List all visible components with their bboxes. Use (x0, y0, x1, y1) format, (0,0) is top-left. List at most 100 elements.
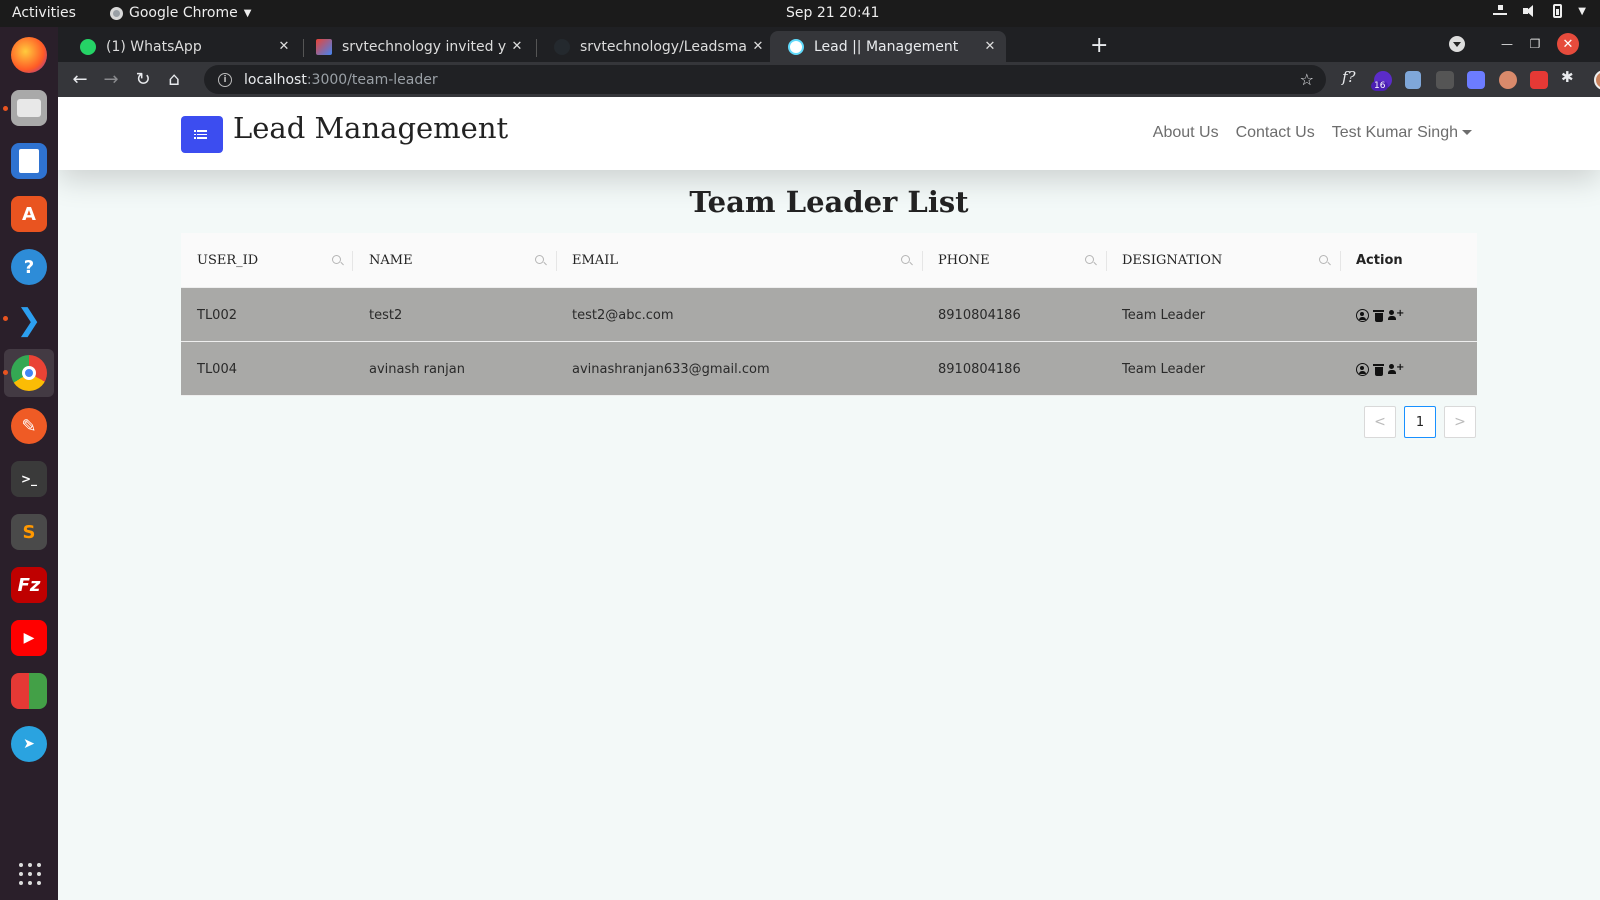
trash-icon[interactable] (1372, 363, 1385, 376)
tab-search-icon[interactable] (1449, 36, 1465, 52)
home-icon[interactable]: ⌂ (162, 67, 186, 91)
pagination: < 1 > (1364, 406, 1476, 438)
close-icon[interactable]: ✕ (980, 39, 1000, 54)
maximize-icon[interactable]: ❐ (1524, 33, 1546, 55)
trash-icon[interactable] (1372, 309, 1385, 322)
column-header-user-id[interactable]: USER_ID (181, 233, 353, 288)
extension-grey-icon[interactable] (1436, 71, 1454, 89)
sublime-icon[interactable]: S (11, 514, 47, 550)
add-user-icon[interactable] (1388, 308, 1404, 322)
chrome-icon[interactable] (11, 355, 47, 391)
back-icon[interactable]: ← (68, 67, 92, 91)
site-info-icon[interactable]: i (218, 72, 232, 87)
running-indicator (3, 316, 8, 321)
column-label: Action (1356, 253, 1403, 268)
reload-icon[interactable]: ↻ (131, 67, 155, 91)
page-viewport: Lead Management About Us Contact Us Test… (58, 97, 1600, 900)
new-tab-button[interactable]: + (1090, 33, 1108, 58)
minimize-icon[interactable]: — (1496, 33, 1518, 55)
network-icon[interactable] (1493, 4, 1508, 18)
search-icon[interactable] (1319, 255, 1328, 264)
cell-name: test2 (369, 307, 403, 323)
add-user-icon[interactable] (1388, 362, 1404, 376)
search-icon[interactable] (901, 255, 910, 264)
cell-designation: Team Leader (1122, 307, 1206, 323)
files-icon[interactable] (11, 90, 47, 126)
column-header-designation[interactable]: DESIGNATION (1106, 233, 1340, 288)
sidebar-toggle-button[interactable] (181, 116, 223, 153)
help-icon[interactable]: ? (11, 249, 47, 285)
formula-extension-icon[interactable]: f? (1342, 68, 1356, 86)
forward-icon[interactable]: → (99, 67, 123, 91)
app-menu[interactable]: Google Chrome ▼ (110, 5, 251, 21)
address-bar[interactable]: i localhost:3000/team-leader ☆ (204, 65, 1326, 94)
pagination-page-button[interactable]: 1 (1404, 406, 1436, 438)
user-dropdown[interactable]: Test Kumar Singh (1332, 124, 1472, 142)
dock: A ? ❯ ✎ >_ S Fz ▶ ➤ (0, 27, 58, 900)
url-host: localhost (244, 71, 307, 88)
nav-about-link[interactable]: About Us (1153, 124, 1219, 142)
cell-designation: Team Leader (1122, 361, 1206, 377)
cell-email: avinashranjan633@gmail.com (572, 361, 770, 377)
software-center-icon[interactable]: A (11, 196, 47, 232)
profile-avatar[interactable] (1594, 70, 1600, 90)
column-header-action: Action (1340, 233, 1477, 288)
terminal-icon[interactable]: >_ (11, 461, 47, 497)
tab-gmail[interactable]: srvtechnology invited you ✕ (298, 31, 533, 62)
bookmark-star-icon[interactable]: ☆ (1300, 70, 1314, 89)
view-profile-icon[interactable] (1356, 362, 1369, 376)
tab-lead-management[interactable]: Lead || Management ✕ (770, 31, 1006, 62)
cell-phone: 8910804186 (938, 307, 1021, 323)
column-header-phone[interactable]: PHONE (922, 233, 1106, 288)
search-icon[interactable] (1085, 255, 1094, 264)
activities-button[interactable]: Activities (12, 5, 76, 21)
search-icon[interactable] (535, 255, 544, 264)
cell-email: test2@abc.com (572, 307, 674, 323)
tab-github[interactable]: srvtechnology/Leadsman ✕ (536, 31, 774, 62)
search-icon[interactable] (332, 255, 341, 264)
chevron-down-icon[interactable]: ▼ (1578, 6, 1586, 17)
extensions-puzzle-icon[interactable]: ✱ (1561, 68, 1574, 86)
column-header-email[interactable]: EMAIL (556, 233, 922, 288)
close-window-icon[interactable]: ✕ (1557, 33, 1579, 55)
system-tray[interactable]: ▼ (1493, 4, 1586, 18)
volume-icon[interactable] (1523, 5, 1537, 17)
close-icon[interactable]: ✕ (274, 39, 294, 54)
running-indicator (3, 106, 8, 111)
stack-icon[interactable] (11, 673, 47, 709)
nav-contact-link[interactable]: Contact Us (1236, 124, 1315, 142)
column-label: DESIGNATION (1122, 253, 1223, 268)
table-row[interactable]: TL002 test2 test2@abc.com 8910804186 Tea… (181, 288, 1477, 342)
firefox-icon[interactable] (11, 37, 47, 73)
writer-icon[interactable] (11, 143, 47, 179)
page-title: Team Leader List (689, 185, 969, 219)
pagination-prev-button[interactable]: < (1364, 406, 1396, 438)
chevron-down-icon (1462, 130, 1472, 136)
extension-screen-icon[interactable] (1467, 71, 1485, 89)
table-row[interactable]: TL004 avinash ranjan avinashranjan633@gm… (181, 342, 1477, 396)
brand-title[interactable]: Lead Management (233, 111, 508, 145)
system-clock[interactable]: Sep 21 20:41 (786, 5, 879, 21)
battery-icon[interactable] (1553, 4, 1563, 18)
close-icon[interactable]: ✕ (507, 39, 527, 54)
filezilla-icon[interactable]: Fz (11, 567, 47, 603)
view-profile-icon[interactable] (1356, 308, 1369, 322)
extension-red-icon[interactable] (1530, 71, 1548, 89)
tab-title: srvtechnology invited you (342, 38, 507, 55)
postman-icon[interactable]: ✎ (11, 408, 47, 444)
user-name: Test Kumar Singh (1331, 124, 1458, 141)
vscode-icon[interactable]: ❯ (11, 302, 47, 338)
tab-whatsapp[interactable]: (1) WhatsApp ✕ (62, 31, 300, 62)
site-navbar: Lead Management About Us Contact Us Test… (58, 97, 1600, 170)
show-apps-icon[interactable] (19, 863, 41, 885)
column-header-name[interactable]: NAME (353, 233, 556, 288)
extension-badge: 16 (1371, 81, 1389, 91)
pagination-next-button[interactable]: > (1444, 406, 1476, 438)
youtube-icon[interactable]: ▶ (11, 620, 47, 656)
extension-pen-icon[interactable] (1405, 71, 1421, 89)
close-icon[interactable]: ✕ (748, 39, 768, 54)
telegram-icon[interactable]: ➤ (11, 726, 47, 762)
extension-face-icon[interactable] (1499, 71, 1517, 89)
browser-toolbar: ← → ↻ ⌂ i localhost:3000/team-leader ☆ f… (58, 62, 1600, 97)
nav-links: About Us Contact Us Test Kumar Singh (1153, 124, 1472, 142)
